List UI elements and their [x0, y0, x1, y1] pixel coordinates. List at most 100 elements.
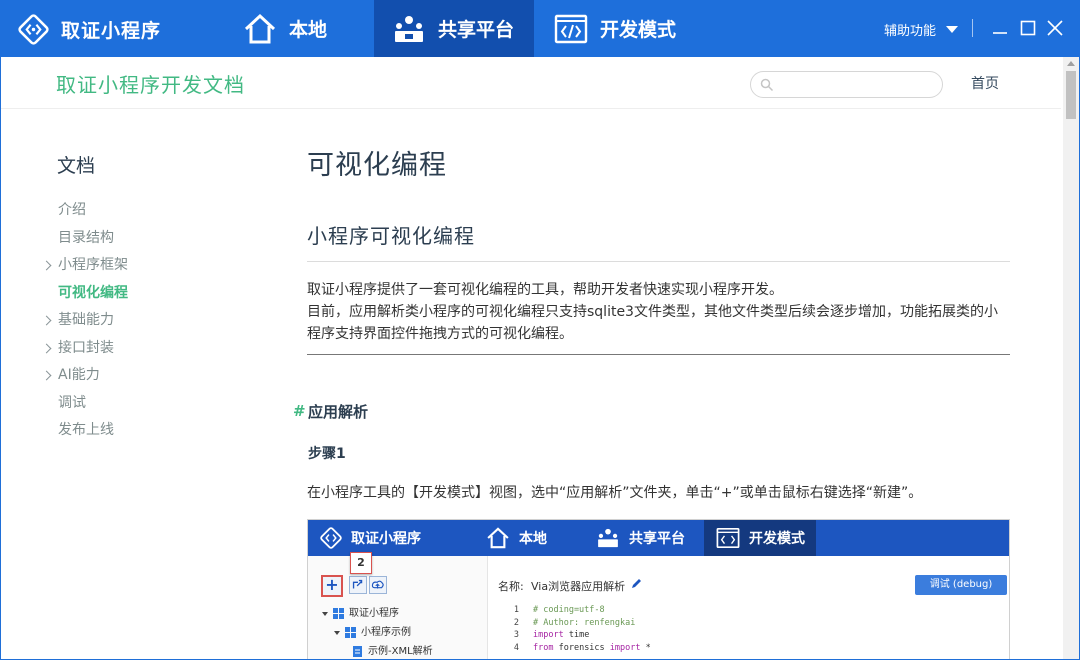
sidebar-item-publish[interactable]: 发布上线: [1, 417, 271, 445]
screenshot-name-label: 名称:: [498, 580, 524, 593]
code-line: 2 # Author: renfengkai: [489, 617, 1009, 630]
sidebar-item-api[interactable]: 接口封装: [1, 335, 271, 363]
sidebar-item-intro[interactable]: 介绍: [1, 197, 271, 225]
search-input[interactable]: [779, 75, 934, 94]
sidebar-list: 介绍 目录结构 小程序框架 可视化编程 基础能力 接口封装 AI能力 调试 发布…: [1, 197, 271, 445]
sidebar-item-ai[interactable]: AI能力: [1, 362, 271, 390]
content-window: 取证小程序开发文档 首页 文档 介绍 目录结构 小程序框架 可视化编程 基础能力…: [1, 57, 1079, 659]
sidebar-heading: 文档: [57, 155, 96, 177]
step-heading: 步骤1: [308, 446, 346, 462]
code-token: forensics: [553, 642, 610, 653]
app-logo-icon: [320, 527, 342, 549]
line-number: 3: [513, 630, 519, 640]
file-icon: [353, 646, 362, 657]
screenshot-tab-label: 共享平台: [629, 531, 685, 547]
scroll-thumb[interactable]: [1066, 71, 1076, 119]
line-number: 2: [513, 617, 519, 628]
home-icon: [244, 13, 276, 43]
tab-label: 共享平台: [438, 19, 515, 41]
sidebar-item-label: 基础能力: [58, 312, 114, 328]
tree-item: 示例-XML解析: [322, 642, 433, 659]
tab-local[interactable]: 本地: [243, 0, 373, 57]
expand-triangle-icon: [334, 630, 340, 635]
pencil-icon: [632, 579, 641, 588]
sidebar-item-basics[interactable]: 基础能力: [1, 307, 271, 335]
close-icon[interactable]: [1045, 18, 1065, 38]
tree-item-label: 示例-XML解析: [368, 646, 433, 657]
intro-line-1: 取证小程序提供了一套可视化编程的工具，帮助开发者快速实现小程序开发。: [307, 282, 783, 298]
divider: [972, 19, 973, 37]
code-token: import: [609, 642, 641, 653]
screenshot-tab-share: 共享平台: [596, 520, 685, 556]
search-icon: [760, 78, 774, 92]
sidebar-item-structure[interactable]: 目录结构: [1, 225, 271, 253]
tree-item-label: 小程序示例: [361, 627, 411, 638]
sidebar-item-label: 调试: [58, 394, 86, 411]
home-link[interactable]: 首页: [971, 73, 999, 93]
doc-header: 取证小程序开发文档 首页: [1, 57, 1061, 109]
maximize-icon[interactable]: [1018, 18, 1038, 38]
sidebar-item-label: AI能力: [58, 367, 100, 383]
code-icon: [554, 14, 588, 43]
chevron-right-icon: [41, 260, 52, 271]
divider: [307, 354, 1010, 355]
tab-dev-mode[interactable]: 开发模式: [554, 0, 704, 57]
screenshot-code-editor: 1 # coding=utf-8 2 # Author: renfengkai 3 imp…: [489, 604, 1009, 655]
divider: [307, 261, 1010, 262]
sidebar-item-label: 可视化编程: [58, 284, 128, 301]
share-platform-icon: [598, 528, 618, 548]
line-number: 4: [513, 642, 519, 653]
code-line: 1 # coding=utf-8: [489, 604, 1009, 617]
sidebar-item-visual-programming[interactable]: 可视化编程: [1, 280, 271, 308]
tab-share-platform[interactable]: 共享平台: [374, 0, 534, 57]
tree-item: 小程序示例: [322, 623, 433, 642]
tree-item-label: 取证小程序: [349, 608, 399, 619]
screenshot-name-value: Via浏览器应用解析: [531, 580, 626, 593]
tab-label: 开发模式: [600, 19, 677, 41]
code-token: # coding=utf-8: [533, 605, 605, 615]
sidebar-item-label: 发布上线: [58, 422, 114, 438]
site-title[interactable]: 取证小程序开发文档: [56, 69, 245, 98]
screenshot-tab-label: 开发模式: [749, 531, 805, 547]
code-token: import: [533, 630, 564, 640]
subsection-heading: 应用解析: [308, 403, 369, 421]
screenshot-upload-icon: [369, 576, 387, 594]
screenshot-title-bar: 取证小程序 本地 共享平台 开发模式: [308, 520, 1009, 556]
sidebar-item-framework[interactable]: 小程序框架: [1, 252, 271, 280]
chevron-right-icon: [41, 343, 52, 353]
sidebar-item-label: 接口封装: [58, 339, 114, 356]
scroll-up-arrow-icon[interactable]: [1067, 61, 1075, 66]
app-brand: 取证小程序: [18, 12, 161, 46]
screenshot-brand: 取证小程序: [320, 527, 421, 549]
code-icon: [716, 527, 740, 549]
sidebar-item-label: 介绍: [58, 202, 86, 218]
intro-line-2: 目前，应用解析类小程序的可视化编程只支持sqlite3文件类型，其他文件类型后续…: [307, 304, 998, 342]
step-description: 在小程序工具的【开发模式】视图，选中“应用解析”文件夹，单击“+”或单击鼠标右键…: [307, 485, 923, 501]
screenshot-share-icon: [349, 576, 367, 594]
sidebar-item-debug[interactable]: 调试: [1, 390, 271, 418]
app-name: 取证小程序: [61, 19, 162, 42]
chevron-right-icon: [41, 370, 52, 381]
code-token: from: [533, 642, 554, 653]
tree-item: 取证小程序: [322, 604, 433, 623]
code-token: *: [640, 642, 651, 653]
screenshot-tab-dev: 开发模式: [704, 520, 816, 556]
vertical-scrollbar[interactable]: [1063, 57, 1079, 659]
screenshot-brand-name: 取证小程序: [351, 531, 421, 547]
intro-paragraph: 取证小程序提供了一套可视化编程的工具，帮助开发者快速实现小程序开发。 目前，应用…: [307, 279, 1011, 345]
code-line: 4 from forensics import *: [489, 642, 1009, 655]
heading-anchor-link[interactable]: #: [293, 402, 306, 420]
caret-down-icon: [946, 26, 959, 33]
doc-sidebar: 文档 介绍 目录结构 小程序框架 可视化编程 基础能力 接口封装 AI能力 调试…: [1, 109, 271, 659]
code-token: time: [563, 630, 590, 640]
screenshot-file-tree: 取证小程序 小程序示例 示例-XML解析: [322, 604, 433, 659]
aux-menu[interactable]: 辅助功能: [884, 20, 959, 39]
sidebar-item-label: 小程序框架: [58, 257, 128, 273]
minimize-icon[interactable]: [990, 18, 1010, 38]
code-token: # Author: renfengkai: [533, 617, 636, 628]
search-box[interactable]: [750, 71, 943, 98]
share-platform-icon: [395, 15, 423, 42]
folder-grid-icon: [333, 608, 344, 619]
line-number: 1: [513, 605, 519, 615]
home-icon: [487, 527, 509, 549]
